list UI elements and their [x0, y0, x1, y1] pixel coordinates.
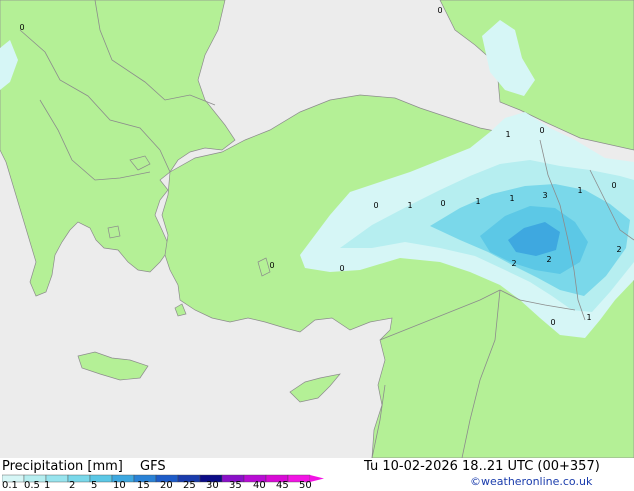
legend-tick-label: 10 — [113, 480, 126, 491]
value-label: 1 — [577, 186, 582, 195]
valid-datetime: Tu 10-02-2026 18..21 UTC (00+357) — [364, 459, 600, 474]
model-name: GFS — [140, 459, 166, 474]
legend-tick-label: 40 — [253, 480, 266, 491]
legend-tick-label: 25 — [183, 480, 196, 491]
legend-tick-label: 5 — [91, 480, 98, 491]
map-footer: Precipitation [mm] GFS Tu 10-02-2026 18.… — [0, 458, 634, 491]
value-label: 0 — [611, 181, 616, 190]
product-title: Precipitation [mm] — [2, 459, 123, 474]
legend-tick-label: 2 — [69, 480, 76, 491]
legend-tick-label: 50 — [299, 480, 312, 491]
value-label: 0 — [550, 318, 555, 327]
value-label: 2 — [546, 255, 551, 264]
map-canvas: 0 0 1 0 0 1 0 1 1 3 1 0 2 0 0 2 2 0 1 — [0, 0, 634, 459]
value-label: 3 — [542, 191, 547, 200]
value-label: 1 — [407, 201, 412, 210]
value-label: 0 — [437, 6, 442, 15]
value-label: 2 — [616, 245, 621, 254]
value-label: 1 — [509, 194, 514, 203]
legend-tick-label: 20 — [160, 480, 173, 491]
legend-tick-label: 35 — [229, 480, 242, 491]
legend-tick-label: 30 — [206, 480, 219, 491]
legend-tick-label: 1 — [44, 480, 51, 491]
value-label: 0 — [269, 261, 274, 270]
legend-arrow — [310, 475, 324, 482]
value-label: 0 — [373, 201, 378, 210]
value-label: 1 — [475, 197, 480, 206]
legend-tick-label: 0.5 — [24, 480, 40, 491]
legend-tick-label: 45 — [276, 480, 289, 491]
value-label: 2 — [511, 259, 516, 268]
value-label: 1 — [586, 313, 591, 322]
value-label: 0 — [539, 126, 544, 135]
value-label: 0 — [19, 23, 24, 32]
value-label: 0 — [339, 264, 344, 273]
value-label: 0 — [440, 199, 445, 208]
value-label: 1 — [505, 130, 510, 139]
legend-tick-label: 0.1 — [2, 480, 18, 491]
legend-tick-label: 15 — [137, 480, 150, 491]
precipitation-map: 0 0 1 0 0 1 0 1 1 3 1 0 2 0 0 2 2 0 1 — [0, 0, 634, 459]
credit-link[interactable]: ©weatheronline.co.uk — [470, 475, 592, 488]
